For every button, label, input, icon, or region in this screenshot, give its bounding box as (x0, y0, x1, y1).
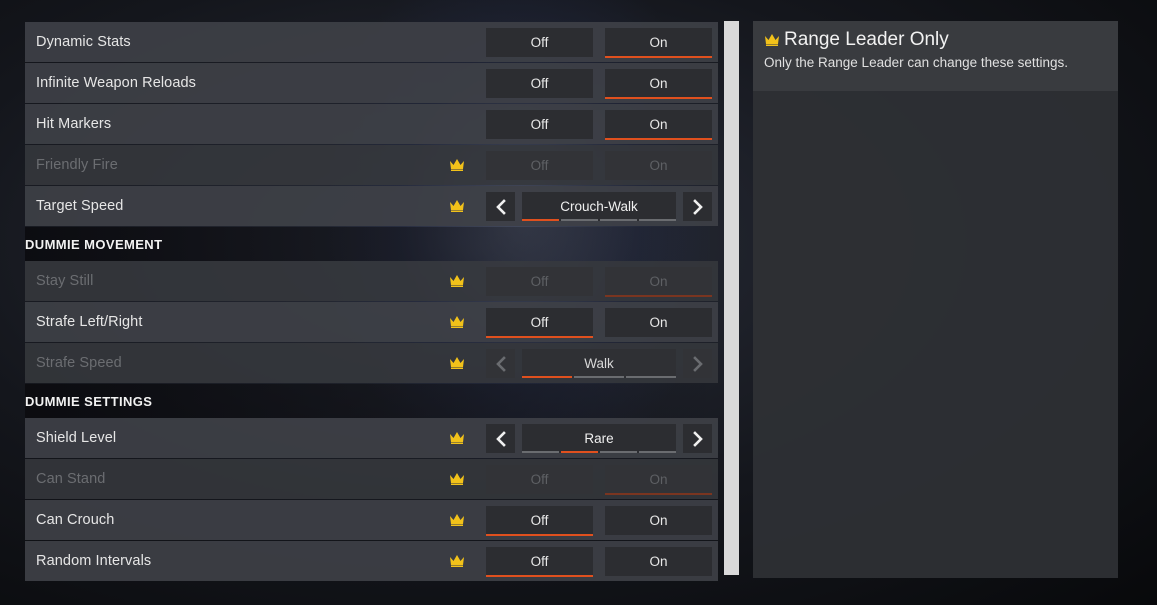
selector-value: Walk (522, 349, 676, 378)
selector-progress (522, 219, 676, 221)
crown-icon (449, 554, 465, 567)
off-button[interactable]: Off (486, 547, 593, 577)
crown-icon (449, 513, 465, 526)
on-button[interactable]: On (605, 506, 712, 535)
setting-label: Random Intervals (36, 553, 152, 569)
off-button[interactable]: Off (486, 69, 593, 98)
selector-segment (626, 376, 676, 378)
selector-progress (522, 451, 676, 453)
on-button[interactable]: On (605, 308, 712, 337)
crown-icon (449, 431, 465, 444)
settings-list: Dynamic Stats Off On Infinite Weapon Reload… (25, 22, 718, 582)
section-header-settings: DUMMIE SETTINGS (25, 384, 718, 418)
scrollbar[interactable] (724, 21, 739, 575)
selector-segment (522, 451, 559, 453)
on-button: On (605, 151, 712, 180)
selector-segment (522, 376, 572, 378)
setting-label: Infinite Weapon Reloads (36, 75, 197, 91)
chevron-left-icon[interactable] (486, 424, 515, 453)
setting-row-shield-level: Shield Level Rare (25, 418, 718, 458)
info-panel-header: Range Leader Only Only the Range Leader … (753, 21, 1118, 91)
on-button[interactable]: On (605, 110, 712, 140)
info-panel-title: Range Leader Only (764, 29, 1107, 51)
info-panel-description: Only the Range Leader can change these s… (764, 55, 1068, 70)
setting-row-infinite-weapon-reloads: Infinite Weapon Reloads Off On (25, 63, 718, 103)
chevron-right-icon[interactable] (683, 192, 712, 221)
selector-segment (561, 451, 598, 453)
crown-icon (449, 356, 465, 369)
setting-label: Dynamic Stats (36, 34, 131, 50)
crown-icon (449, 199, 465, 212)
chevron-right-icon (683, 349, 712, 378)
setting-label: Strafe Speed (36, 355, 122, 371)
crown-icon (449, 472, 465, 485)
selector-segment (600, 451, 637, 453)
crown-icon (449, 158, 465, 171)
off-button[interactable]: Off (486, 308, 593, 338)
setting-row-stay-still: Stay Still Off On (25, 261, 718, 301)
selector-segment (600, 219, 637, 221)
selector-segment (561, 219, 598, 221)
section-header-movement: DUMMIE MOVEMENT (25, 227, 718, 261)
off-button[interactable]: Off (486, 110, 593, 139)
info-panel-title-text: Range Leader Only (784, 29, 949, 50)
chevron-right-icon[interactable] (683, 424, 712, 453)
selector-segment (639, 219, 676, 221)
on-button[interactable]: On (605, 69, 712, 99)
setting-row-dynamic-stats: Dynamic Stats Off On (25, 22, 718, 62)
on-button: On (605, 465, 712, 495)
setting-row-target-speed: Target Speed Crouch-Walk (25, 186, 718, 226)
on-button[interactable]: On (605, 547, 712, 576)
setting-label: Stay Still (36, 273, 94, 289)
crown-icon (449, 274, 465, 287)
setting-row-can-stand: Can Stand Off On (25, 459, 718, 499)
off-button: Off (486, 267, 593, 296)
selector-segment (522, 219, 559, 221)
off-button: Off (486, 151, 593, 180)
setting-row-hit-markers: Hit Markers Off On (25, 104, 718, 144)
off-button: Off (486, 465, 593, 494)
setting-row-strafe-speed: Strafe Speed Walk (25, 343, 718, 383)
setting-label: Target Speed (36, 198, 124, 214)
crown-icon (764, 33, 780, 46)
setting-label: Shield Level (36, 430, 117, 446)
info-panel: Range Leader Only Only the Range Leader … (753, 21, 1118, 578)
chevron-left-icon[interactable] (486, 192, 515, 221)
on-button: On (605, 267, 712, 297)
selector-value: Crouch-Walk (522, 192, 676, 221)
setting-row-can-crouch: Can Crouch Off On (25, 500, 718, 540)
off-button[interactable]: Off (486, 506, 593, 536)
setting-row-random-intervals: Random Intervals Off On (25, 541, 718, 581)
setting-label: Strafe Left/Right (36, 314, 143, 330)
setting-row-friendly-fire: Friendly Fire Off On (25, 145, 718, 185)
chevron-left-icon (486, 349, 515, 378)
on-button[interactable]: On (605, 28, 712, 58)
selector-segment (639, 451, 676, 453)
setting-label: Can Crouch (36, 512, 115, 528)
crown-icon (449, 315, 465, 328)
selector-segment (574, 376, 624, 378)
setting-label: Hit Markers (36, 116, 112, 132)
setting-row-strafe-left-right: Strafe Left/Right Off On (25, 302, 718, 342)
off-button[interactable]: Off (486, 28, 593, 57)
setting-label: Friendly Fire (36, 157, 118, 173)
selector-progress (522, 376, 676, 378)
selector-value: Rare (522, 424, 676, 453)
setting-label: Can Stand (36, 471, 106, 487)
